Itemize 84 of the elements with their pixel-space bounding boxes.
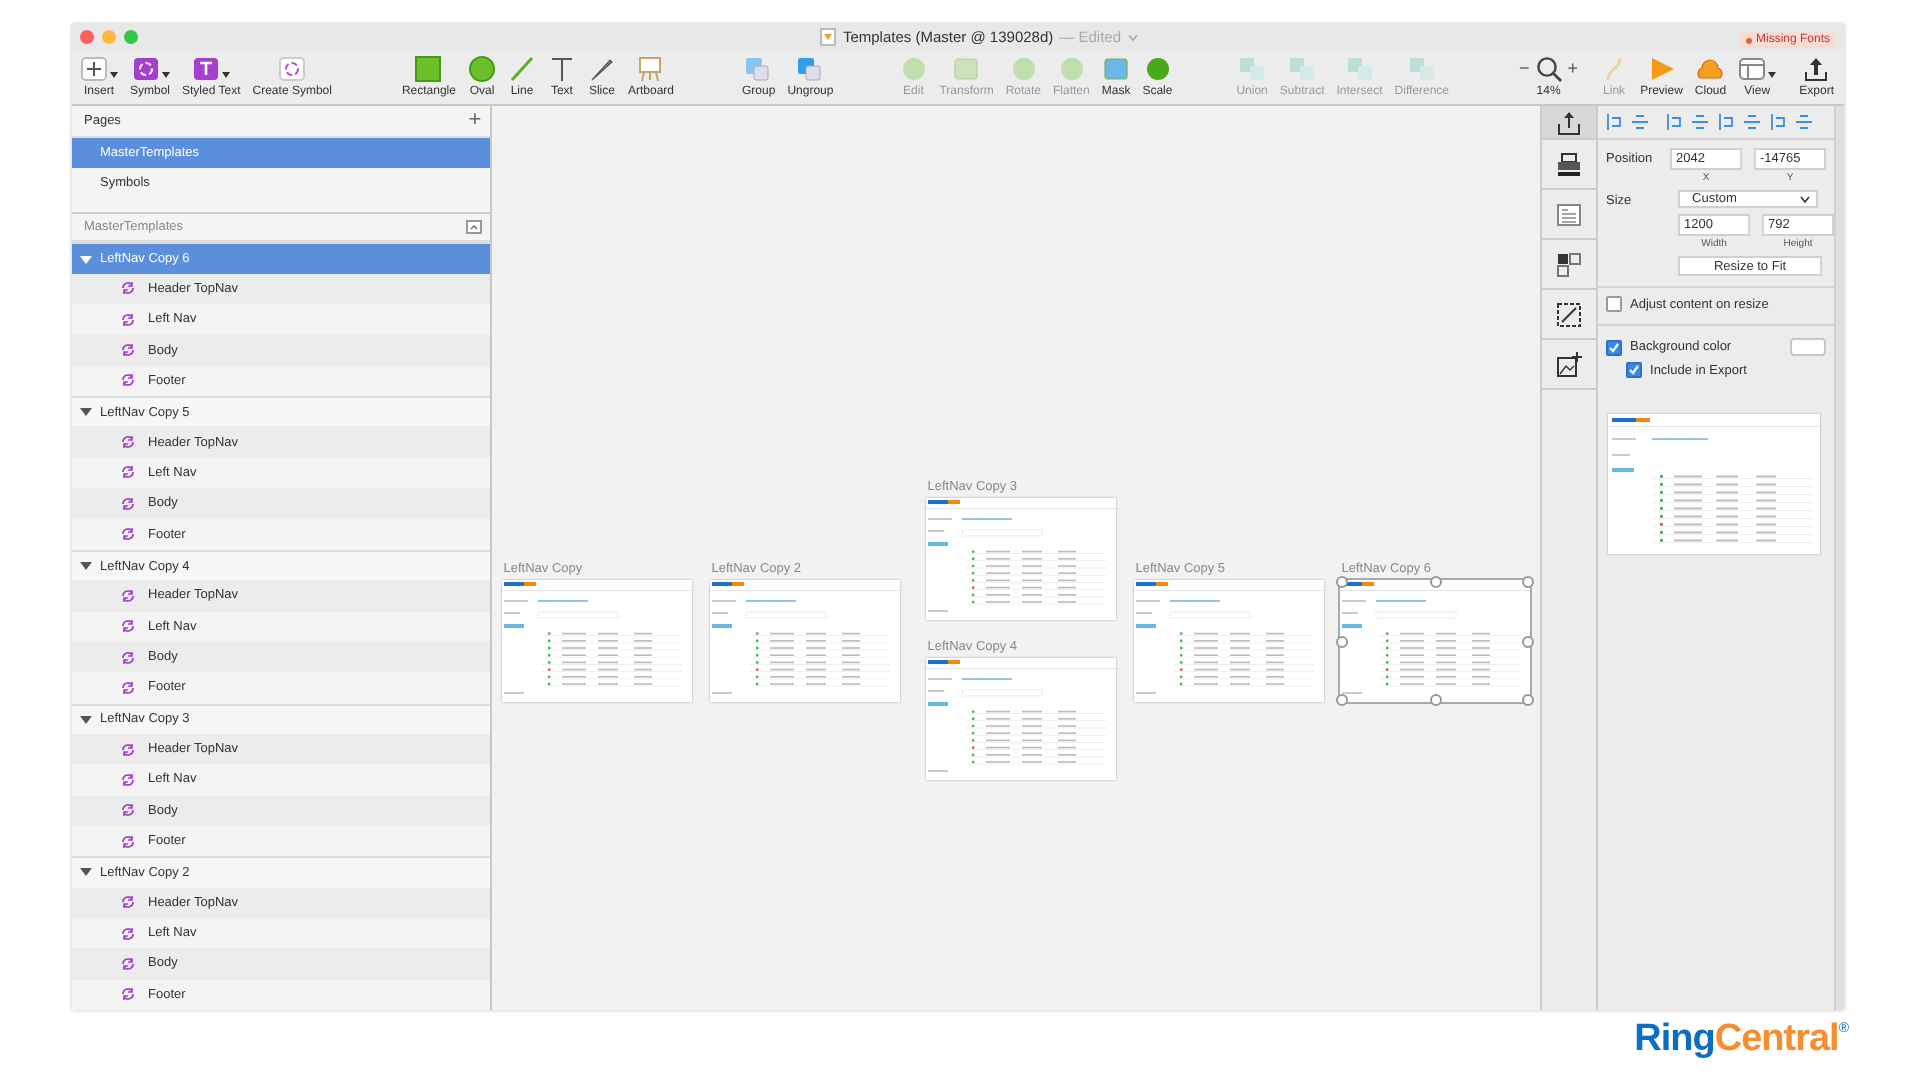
close-button[interactable] — [80, 30, 94, 44]
color-swatch[interactable] — [1790, 338, 1827, 356]
artboard-drawing[interactable] — [925, 658, 1116, 780]
artboard-drawing[interactable] — [709, 580, 900, 702]
caret-icon — [1768, 72, 1777, 78]
symbol-icon — [120, 495, 136, 512]
blob-icon — [899, 56, 928, 82]
squares-icon — [796, 56, 825, 82]
list-icon[interactable] — [1556, 201, 1583, 227]
caret-icon — [161, 72, 169, 78]
disclosure-icon[interactable] — [80, 560, 92, 572]
zoom-out-button[interactable]: − — [1519, 60, 1530, 78]
text-style-icon — [192, 56, 221, 82]
symbol-icon — [131, 56, 159, 82]
zoom-button[interactable] — [124, 30, 138, 44]
circle-icon — [467, 56, 496, 82]
disclosure-icon[interactable] — [80, 253, 92, 266]
line-icon — [507, 56, 536, 82]
knife-icon — [587, 56, 616, 82]
align-icon[interactable] — [1796, 114, 1813, 130]
checkbox[interactable] — [1626, 362, 1643, 378]
export-icon[interactable] — [1556, 109, 1583, 135]
printer-icon[interactable] — [1556, 151, 1583, 177]
squares-icon — [744, 56, 773, 82]
shapes-icon — [1238, 56, 1267, 82]
caret-icon — [110, 72, 118, 78]
chevron-down-icon — [1800, 195, 1811, 203]
symbol-icon — [120, 526, 136, 543]
artboard-drawing[interactable] — [1133, 580, 1324, 702]
symbol-icon — [120, 372, 136, 389]
text-icon — [547, 56, 576, 82]
search-icon — [1535, 56, 1562, 82]
grid-icon[interactable] — [1556, 251, 1583, 277]
shapes-icon — [1407, 56, 1436, 82]
artboard-drawing[interactable] — [925, 498, 1116, 620]
window-icon — [1738, 56, 1767, 82]
export-icon — [1802, 56, 1831, 82]
chevron-down-icon[interactable] — [1127, 33, 1137, 41]
disclosure-icon[interactable] — [80, 866, 92, 879]
easel-icon — [636, 56, 665, 82]
symbol-icon — [120, 986, 136, 1003]
collapse-icon[interactable] — [465, 220, 482, 235]
add-page-button[interactable]: + — [468, 110, 482, 133]
symbol-icon — [278, 56, 307, 82]
disclosure-icon[interactable] — [80, 713, 92, 726]
symbol-icon — [120, 894, 136, 911]
align-icon[interactable] — [1606, 114, 1623, 130]
symbol-icon — [120, 464, 136, 481]
play-icon — [1647, 56, 1676, 82]
square-icon — [414, 56, 443, 82]
zoom-in-button[interactable]: + — [1567, 60, 1579, 78]
square-icon — [952, 56, 981, 82]
align-icon[interactable] — [1744, 114, 1761, 130]
cloud-icon — [1696, 56, 1725, 82]
artboard-drawing[interactable] — [1339, 580, 1530, 702]
document-icon — [820, 28, 837, 46]
symbol-icon — [120, 741, 136, 758]
align-icon[interactable] — [1666, 114, 1683, 130]
symbol-icon — [120, 649, 136, 666]
align-icon[interactable] — [1718, 114, 1735, 130]
checkbox[interactable] — [1606, 296, 1623, 312]
align-icon[interactable] — [1692, 114, 1709, 130]
symbol-icon — [120, 618, 136, 635]
symbol-icon — [120, 679, 136, 696]
shapes-icon — [1288, 56, 1317, 82]
symbol-icon — [120, 587, 136, 604]
symbol-icon — [120, 311, 136, 328]
checkbox[interactable] — [1606, 339, 1623, 355]
symbol-icon — [120, 925, 136, 942]
symbol-icon — [120, 434, 136, 451]
shapes-icon — [1345, 56, 1374, 82]
symbol-icon — [120, 802, 136, 819]
align-icon[interactable] — [1770, 114, 1787, 130]
blob-icon — [1143, 56, 1172, 82]
symbol-icon — [120, 771, 136, 788]
symbol-icon — [120, 280, 136, 297]
artboard-drawing[interactable] — [501, 580, 692, 702]
symbol-icon — [120, 833, 136, 850]
disclosure-icon[interactable] — [80, 406, 92, 419]
symbol-icon — [120, 342, 136, 359]
symbol-icon — [120, 955, 136, 972]
align-icon[interactable] — [1632, 114, 1649, 130]
plus-icon — [80, 56, 108, 82]
caret-icon — [222, 72, 231, 78]
